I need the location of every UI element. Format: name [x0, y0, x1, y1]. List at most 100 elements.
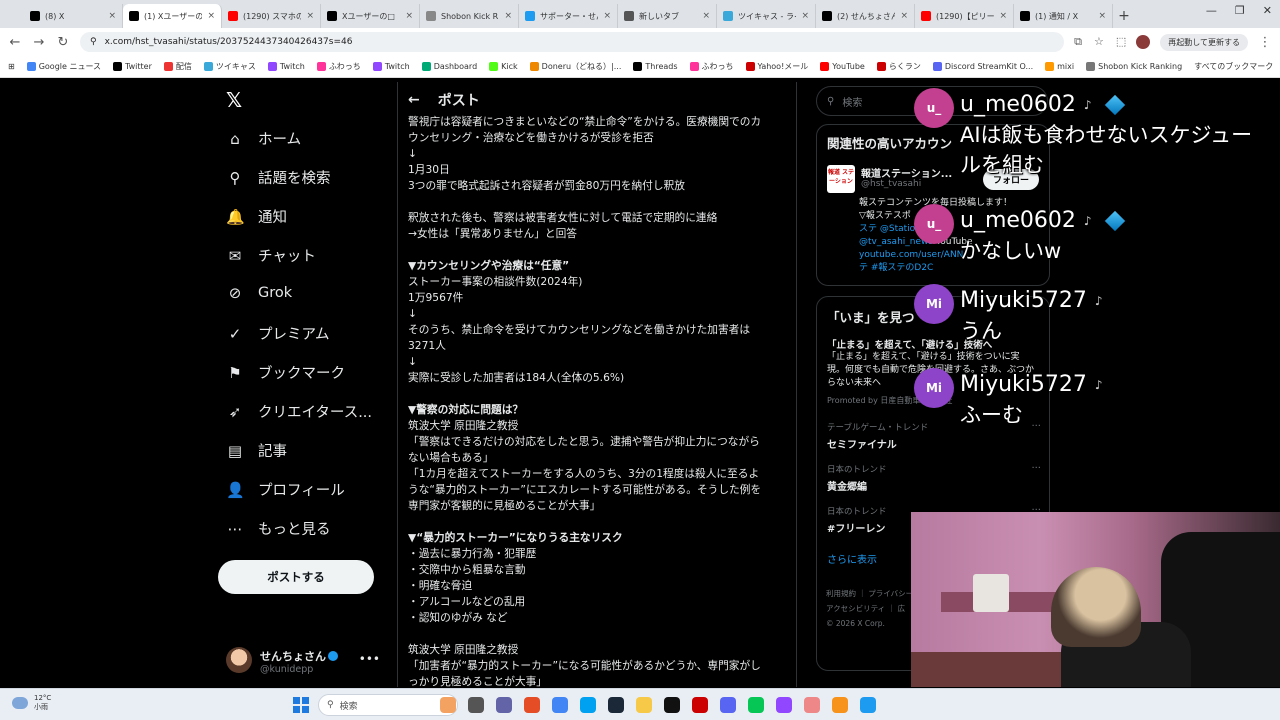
bookmark-item[interactable]: YouTube: [820, 62, 865, 71]
post-line: っかり見極めることが大事」: [408, 675, 547, 687]
taskbar-app-icon[interactable]: [552, 697, 568, 713]
nav-item[interactable]: ➶ クリエイタース...: [226, 401, 372, 422]
site-info-icon[interactable]: ⚲: [90, 37, 97, 47]
bookmark-item[interactable]: 配信: [163, 61, 192, 72]
browser-tab[interactable]: (1) Xユーザーの新 ×: [123, 4, 222, 28]
maximize-icon[interactable]: ❐: [1235, 4, 1245, 17]
all-bookmarks[interactable]: すべてのブックマーク: [1194, 61, 1273, 72]
close-tab-icon[interactable]: ×: [108, 11, 116, 21]
bookmark-item[interactable]: Twitch: [267, 62, 305, 71]
show-more-link[interactable]: さらに表示: [827, 551, 877, 566]
browser-tab[interactable]: Xユーザーの□ ×: [321, 4, 420, 28]
close-tab-icon[interactable]: ×: [603, 11, 611, 21]
taskbar-search[interactable]: ⚲ 検索: [318, 694, 458, 716]
browser-tab[interactable]: Shobon Kick R ×: [420, 4, 519, 28]
bookmark-item[interactable]: ふわっち: [316, 61, 361, 72]
more-icon[interactable]: ···: [1031, 463, 1041, 474]
taskbar-app-icon[interactable]: [524, 697, 540, 713]
bookmark-item[interactable]: Google ニュース: [26, 61, 101, 72]
back-icon[interactable]: ←: [8, 35, 22, 50]
close-tab-icon[interactable]: ×: [999, 11, 1007, 21]
nav-item[interactable]: ▤ 記事: [226, 440, 287, 461]
nav-item[interactable]: ⋯ もっと見る: [226, 518, 331, 539]
apps-icon[interactable]: ⊞: [8, 62, 15, 71]
bookmark-item[interactable]: Discord StreamKit O...: [932, 62, 1033, 71]
nav-item[interactable]: 👤 プロフィール: [226, 479, 345, 500]
bookmark-item[interactable]: らくラン: [876, 61, 921, 72]
browser-tab[interactable]: ツイキャス - ライ ×: [717, 4, 816, 28]
reload-icon[interactable]: ↻: [56, 35, 70, 50]
minimize-icon[interactable]: —: [1206, 4, 1217, 17]
trend-item[interactable]: 日本のトレンド 黄金郷編 ···: [827, 463, 1041, 493]
bookmark-item[interactable]: Dashboard: [421, 62, 477, 71]
browser-tab[interactable]: (2) せんちょさん ×: [816, 4, 915, 28]
new-tab-button[interactable]: +: [1113, 4, 1135, 28]
taskbar-app-icon[interactable]: [776, 697, 792, 713]
taskbar-app-icon[interactable]: [608, 697, 624, 713]
nav-item[interactable]: ⊘ Grok: [226, 284, 292, 302]
nav-item[interactable]: ✉ チャット: [226, 245, 316, 266]
close-tab-icon[interactable]: ×: [900, 11, 908, 21]
bookmark-favicon-icon: [113, 62, 123, 71]
bookmark-item[interactable]: Threads: [633, 62, 678, 71]
bookmark-item[interactable]: ふわっち: [689, 61, 734, 72]
browser-tab[interactable]: (1290) スマホの ×: [222, 4, 321, 28]
profile-avatar[interactable]: [1136, 35, 1151, 49]
url-input[interactable]: ⚲ x.com/hst_tvasahi/status/2037524437340…: [80, 32, 1065, 52]
bookmark-item[interactable]: Kick: [489, 62, 518, 71]
chat-username: u_me0602: [960, 92, 1076, 117]
close-tab-icon[interactable]: ×: [306, 11, 314, 21]
close-tab-icon[interactable]: ×: [504, 11, 512, 21]
bookmark-item[interactable]: Twitter: [113, 62, 152, 71]
taskbar-app-icon[interactable]: [496, 697, 512, 713]
browser-tab[interactable]: 新しいタブ ×: [618, 4, 717, 28]
bookmark-item[interactable]: ツイキャス: [203, 61, 256, 72]
taskbar-app-icon[interactable]: [860, 697, 876, 713]
bookmark-item[interactable]: Twitch: [372, 62, 410, 71]
more-icon[interactable]: •••: [359, 652, 380, 666]
taskbar-app-icon[interactable]: [748, 697, 764, 713]
extensions-icon[interactable]: ⬚: [1116, 35, 1126, 49]
nav-item[interactable]: ⚑ ブックマーク: [226, 362, 345, 383]
bookmark-item[interactable]: Shobon Kick Ranking: [1086, 62, 1182, 71]
close-tab-icon[interactable]: ×: [1098, 11, 1106, 21]
browser-tab[interactable]: サポーター・せん ×: [519, 4, 618, 28]
back-arrow-icon[interactable]: ←: [408, 92, 420, 108]
close-tab-icon[interactable]: ×: [405, 11, 413, 21]
taskbar-app-icon[interactable]: [804, 697, 820, 713]
nav-item[interactable]: 🔔 通知: [226, 206, 287, 227]
close-tab-icon[interactable]: ×: [702, 11, 710, 21]
taskbar-app-icon[interactable]: [664, 697, 680, 713]
forward-icon[interactable]: →: [32, 35, 46, 50]
close-tab-icon[interactable]: ×: [207, 11, 215, 21]
chat-message: u_ u_me0602 ♪ AIは飯も食わせないスケジュールを組む: [914, 88, 1260, 180]
taskbar-app-icon[interactable]: [636, 697, 652, 713]
bookmark-item[interactable]: Yahoo!メール: [745, 61, 808, 72]
taskbar-app-icon[interactable]: [692, 697, 708, 713]
browser-tab[interactable]: (1290)【ピリーズ ×: [915, 4, 1014, 28]
nav-item[interactable]: ⚲ 話題を検索: [226, 167, 331, 188]
bookmark-item[interactable]: Doneru（どねる）|...: [529, 61, 621, 72]
x-logo-icon[interactable]: 𝕏: [226, 88, 242, 112]
taskbar-app-icon[interactable]: [468, 697, 484, 713]
browser-tab[interactable]: (8) X ×: [24, 4, 123, 28]
nav-item[interactable]: ✓ プレミアム: [226, 323, 330, 344]
bookmark-favicon-icon: [820, 62, 830, 71]
taskbar-app-icon[interactable]: [580, 697, 596, 713]
close-tab-icon[interactable]: ×: [801, 11, 809, 21]
relaunch-button[interactable]: 再起動して更新する: [1160, 33, 1248, 51]
bookmark-star-icon[interactable]: ☆: [1094, 35, 1104, 49]
close-window-icon[interactable]: ✕: [1263, 4, 1272, 17]
post-button[interactable]: ポストする: [218, 560, 374, 594]
menu-icon[interactable]: ⋮: [1258, 35, 1272, 50]
taskbar-app-icon[interactable]: [440, 697, 456, 713]
nav-item[interactable]: ⌂ ホーム: [226, 128, 301, 149]
taskbar-app-icon[interactable]: [720, 697, 736, 713]
taskbar-app-icon[interactable]: [832, 697, 848, 713]
bookmark-item[interactable]: mixi: [1045, 62, 1074, 71]
browser-tab[interactable]: (1) 通知 / X ×: [1014, 4, 1113, 28]
install-icon[interactable]: ⧉: [1074, 35, 1082, 49]
account-switcher[interactable]: せんちょさん @kunidepp •••: [226, 642, 386, 678]
start-icon[interactable]: [293, 697, 309, 713]
weather-widget[interactable]: 12°C 小雨: [12, 694, 51, 712]
